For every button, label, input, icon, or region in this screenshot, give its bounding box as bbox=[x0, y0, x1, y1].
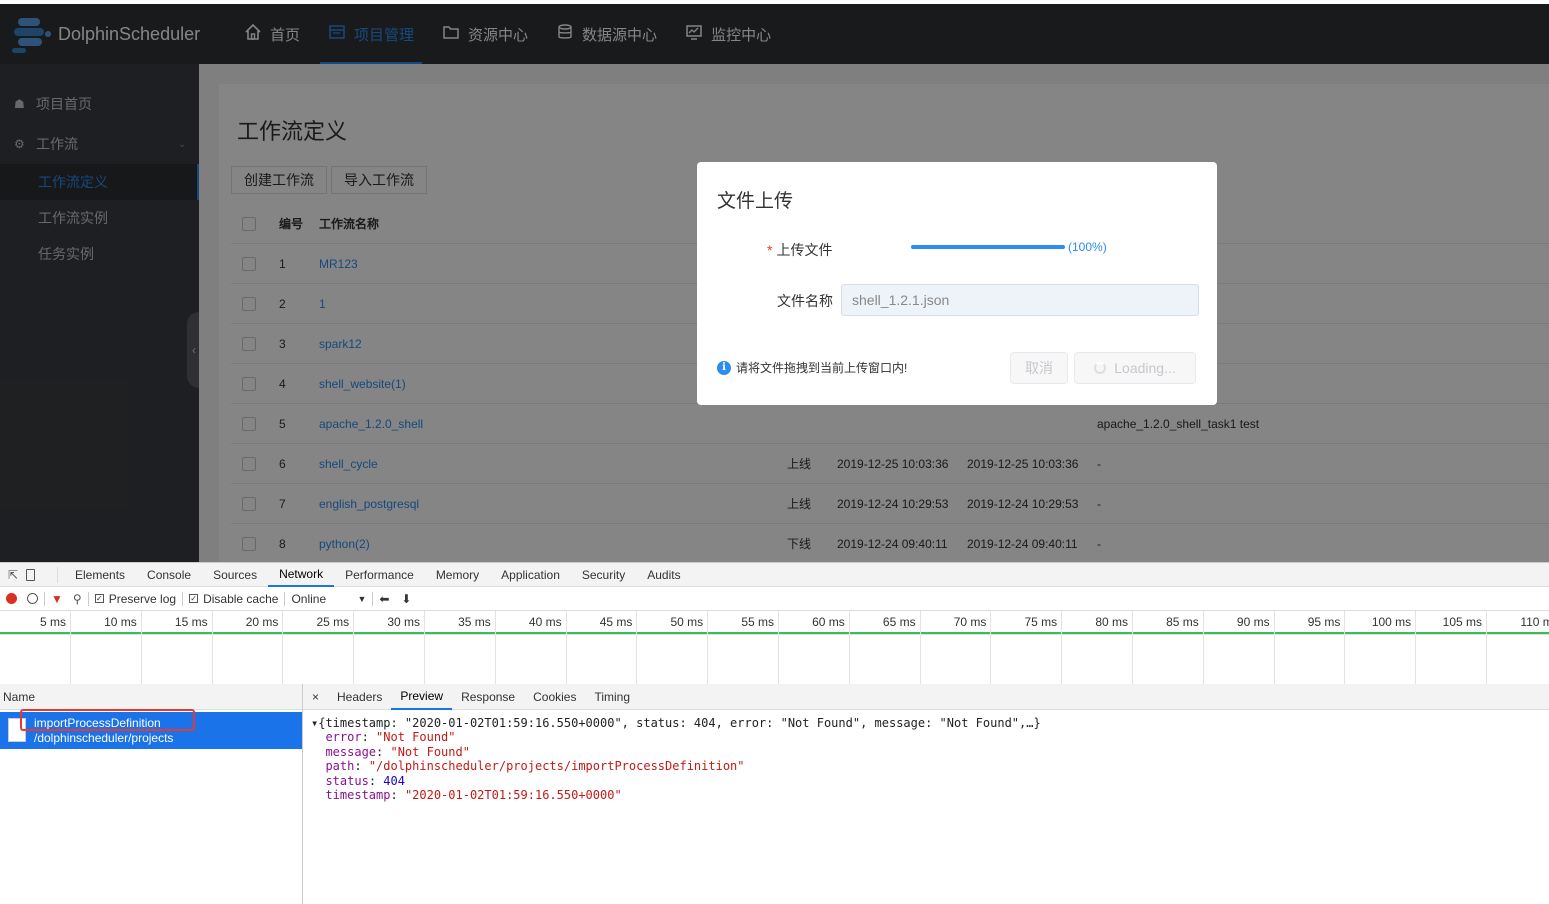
loading-button[interactable]: Loading... bbox=[1074, 352, 1196, 384]
timeline-tick-label: 100 ms bbox=[1371, 615, 1412, 629]
devtools-tab-performance[interactable]: Performance bbox=[334, 563, 425, 587]
detail-tab-cookies[interactable]: Cookies bbox=[524, 684, 585, 710]
preview-summary: {timestamp: "2020-01-02T01:59:16.550+000… bbox=[318, 716, 1041, 730]
modal-mask-top bbox=[0, 4, 1549, 64]
timeline-tick-label: 45 ms bbox=[599, 615, 633, 629]
detail-tab-timing[interactable]: Timing bbox=[585, 684, 639, 710]
timeline-tick-label: 95 ms bbox=[1307, 615, 1341, 629]
dropdown-arrow-icon[interactable]: ▼ bbox=[357, 594, 366, 604]
timeline-tick-label: 20 ms bbox=[245, 615, 279, 629]
timeline-tick-label: 110 m bbox=[1520, 615, 1549, 629]
timeline-tick-label: 10 ms bbox=[104, 615, 137, 629]
devtools-icons: ⇱ bbox=[0, 566, 58, 583]
dialog-title: 文件上传 bbox=[717, 191, 794, 212]
detail-tabbar: × Headers Preview Response Cookies Timing bbox=[303, 684, 1549, 710]
preview-json: ▾{timestamp: "2020-01-02T01:59:16.550+00… bbox=[311, 716, 1041, 803]
devtools-tabbar: ⇱ Elements Console Sources Network Performan… bbox=[0, 563, 1549, 587]
timeline-tick-label: 75 ms bbox=[1024, 615, 1058, 629]
timeline-activity-line bbox=[0, 632, 1549, 634]
request-detail: × Headers Preview Response Cookies Timing ▾{… bbox=[303, 684, 1549, 904]
devtools-tab-audits[interactable]: Audits bbox=[636, 563, 691, 587]
preview-message: "Not Found" bbox=[390, 744, 470, 759]
search-icon[interactable]: ⚲ bbox=[73, 592, 82, 606]
timeline-tick-label: 25 ms bbox=[316, 615, 350, 629]
throttle-select[interactable]: Online bbox=[291, 592, 351, 606]
upload-progress-text: (100%) bbox=[1068, 240, 1107, 254]
export-har-icon[interactable]: ⬇ bbox=[401, 592, 411, 606]
device-toggle-icon[interactable] bbox=[26, 568, 36, 581]
request-path: /dolphinscheduler/projects bbox=[34, 731, 174, 745]
loading-label: Loading... bbox=[1114, 360, 1176, 376]
detail-tab-response[interactable]: Response bbox=[452, 684, 524, 710]
file-upload-dialog: 文件上传 * 上传文件 (100%) 文件名称 shell_1.2.1.json … bbox=[697, 162, 1217, 405]
devtools-tab-security[interactable]: Security bbox=[571, 563, 636, 587]
info-icon: i bbox=[717, 360, 731, 375]
detail-tab-preview[interactable]: Preview bbox=[391, 684, 453, 710]
drag-hint: i 请将文件拖拽到当前上传窗口内! bbox=[717, 359, 907, 376]
dolphinscheduler-app: DolphinScheduler 首页 项目管理 资源中心 数据源中心 监控中心… bbox=[0, 0, 1549, 562]
filename-label: 文件名称 bbox=[777, 293, 833, 309]
upload-progress-bar bbox=[911, 245, 1065, 249]
timeline-tick-label: 50 ms bbox=[670, 615, 704, 629]
timeline-tick-label: 85 ms bbox=[1166, 615, 1199, 629]
timeline-tick-label: 70 ms bbox=[953, 615, 987, 629]
preview-error: "Not Found" bbox=[376, 730, 456, 745]
upload-file-label: * 上传文件 bbox=[767, 242, 833, 258]
devtools-tab-application[interactable]: Application bbox=[490, 563, 571, 587]
network-toolbar: ▼ ⚲ ✓ Preserve log ✓ Disable cache Onlin… bbox=[0, 587, 1549, 611]
devtools-tab-elements[interactable]: Elements bbox=[64, 563, 136, 587]
preserve-log-checkbox[interactable]: ✓ bbox=[94, 594, 104, 603]
spinner-icon bbox=[1094, 362, 1107, 374]
upload-file-label-text: 上传文件 bbox=[776, 242, 833, 258]
close-icon[interactable]: × bbox=[303, 684, 328, 710]
inspect-icon[interactable]: ⇱ bbox=[8, 568, 18, 582]
name-column-header[interactable]: Name bbox=[0, 684, 302, 710]
timeline-tick-label: 30 ms bbox=[387, 615, 420, 629]
preview-timestamp: "2020-01-02T01:59:16.550+0000" bbox=[404, 788, 622, 803]
devtools-tab-console[interactable]: Console bbox=[136, 563, 202, 587]
filename-input[interactable]: shell_1.2.1.json bbox=[841, 284, 1199, 316]
request-list: Name importProcessDefinition /dolphinsch… bbox=[0, 684, 303, 904]
devtools-tab-network[interactable]: Network bbox=[268, 563, 335, 587]
clear-icon[interactable] bbox=[27, 593, 38, 604]
cancel-button[interactable]: 取消 bbox=[1010, 352, 1068, 384]
detail-tab-headers[interactable]: Headers bbox=[328, 684, 391, 710]
timeline-tick-label: 65 ms bbox=[882, 615, 916, 629]
timeline-tick-label: 60 ms bbox=[812, 615, 845, 629]
import-har-icon[interactable]: ⬅ bbox=[379, 592, 389, 606]
timeline-tick-label: 80 ms bbox=[1095, 615, 1128, 629]
drag-hint-text: 请将文件拖拽到当前上传窗口内! bbox=[736, 361, 908, 375]
network-panes: Name importProcessDefinition /dolphinsch… bbox=[0, 684, 1549, 904]
disable-cache-checkbox[interactable]: ✓ bbox=[189, 594, 199, 603]
highlight-annotation bbox=[20, 709, 195, 731]
timeline-tick-label: 55 ms bbox=[741, 615, 774, 629]
devtools-tab-sources[interactable]: Sources bbox=[202, 563, 268, 587]
timeline-tick-label: 90 ms bbox=[1236, 615, 1270, 629]
devtools-panel: ⇱ Elements Console Sources Network Performan… bbox=[0, 562, 1549, 904]
preview-path: "/dolphinscheduler/projects/importProces… bbox=[368, 759, 745, 774]
timeline-tick-label: 15 ms bbox=[174, 615, 208, 629]
timeline-tick-label: 40 ms bbox=[528, 615, 562, 629]
preview-status: 404 bbox=[383, 773, 405, 788]
filter-icon[interactable]: ▼ bbox=[51, 592, 63, 606]
devtools-tab-memory[interactable]: Memory bbox=[425, 563, 490, 587]
preserve-log-label: Preserve log bbox=[108, 591, 177, 606]
disable-cache-label: Disable cache bbox=[203, 591, 279, 606]
timeline-tick-label: 5 ms bbox=[39, 615, 66, 629]
record-icon[interactable] bbox=[6, 593, 17, 604]
network-timeline: 5 ms 10 ms 15 ms 20 ms 25 ms 30 ms 35 ms 40 ms 4… bbox=[0, 611, 1549, 707]
timeline-tick-label: 105 ms bbox=[1442, 615, 1482, 629]
timeline-tick-label: 35 ms bbox=[458, 615, 491, 629]
timeline-overview[interactable] bbox=[0, 635, 1549, 685]
